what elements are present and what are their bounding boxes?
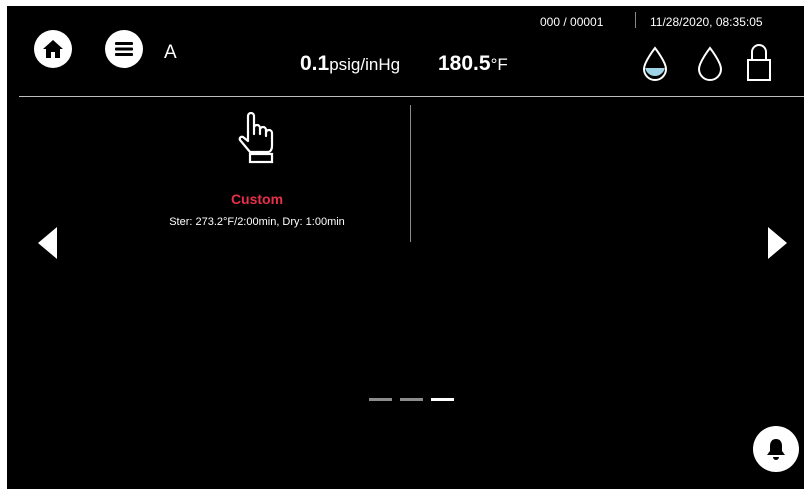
page-dot-3[interactable] xyxy=(431,398,454,401)
cycle-counter: 000 / 00001 xyxy=(540,15,604,29)
hand-pointer-icon xyxy=(238,112,274,164)
bell-icon xyxy=(767,439,785,460)
home-button[interactable] xyxy=(34,30,72,68)
user-label: A xyxy=(164,42,177,63)
pressure-readout: 0.1 psig/inHg xyxy=(300,52,400,76)
temperature-readout: 180.5 °F xyxy=(438,52,508,76)
water-level-icon[interactable] xyxy=(641,46,669,82)
lock-icon[interactable] xyxy=(746,42,772,82)
alarm-button[interactable] xyxy=(753,426,799,472)
page-dot-2[interactable] xyxy=(400,398,423,401)
datetime: 11/28/2020, 08:35:05 xyxy=(650,15,763,29)
top-bar: A 0.1 psig/inHg 180.5 °F 000 / 00001 11/… xyxy=(7,6,804,96)
pressure-value: 0.1 xyxy=(300,52,330,75)
program-card-custom[interactable]: Custom Ster: 273.2°F/2:00min, Dry: 1:00m… xyxy=(137,106,377,246)
screen: A 0.1 psig/inHg 180.5 °F 000 / 00001 11/… xyxy=(7,6,804,489)
menu-button[interactable] xyxy=(105,30,143,68)
program-name: Custom xyxy=(230,191,284,207)
previous-arrow-icon[interactable] xyxy=(33,225,63,261)
pressure-unit: psig/inHg xyxy=(329,55,401,74)
drop-icon[interactable] xyxy=(696,46,724,82)
temperature-unit: °F xyxy=(490,55,508,74)
header-divider xyxy=(635,12,636,28)
card-divider xyxy=(410,105,411,242)
page-dot-1[interactable] xyxy=(369,398,392,401)
menu-icon xyxy=(115,42,133,56)
temperature-value: 180.5 xyxy=(438,52,491,75)
program-details: Ster: 273.2°F/2:00min, Dry: 1:00min xyxy=(169,216,345,228)
header-separator xyxy=(19,96,804,97)
next-arrow-icon[interactable] xyxy=(762,225,792,261)
page-indicator xyxy=(369,398,454,401)
home-icon xyxy=(43,40,63,58)
